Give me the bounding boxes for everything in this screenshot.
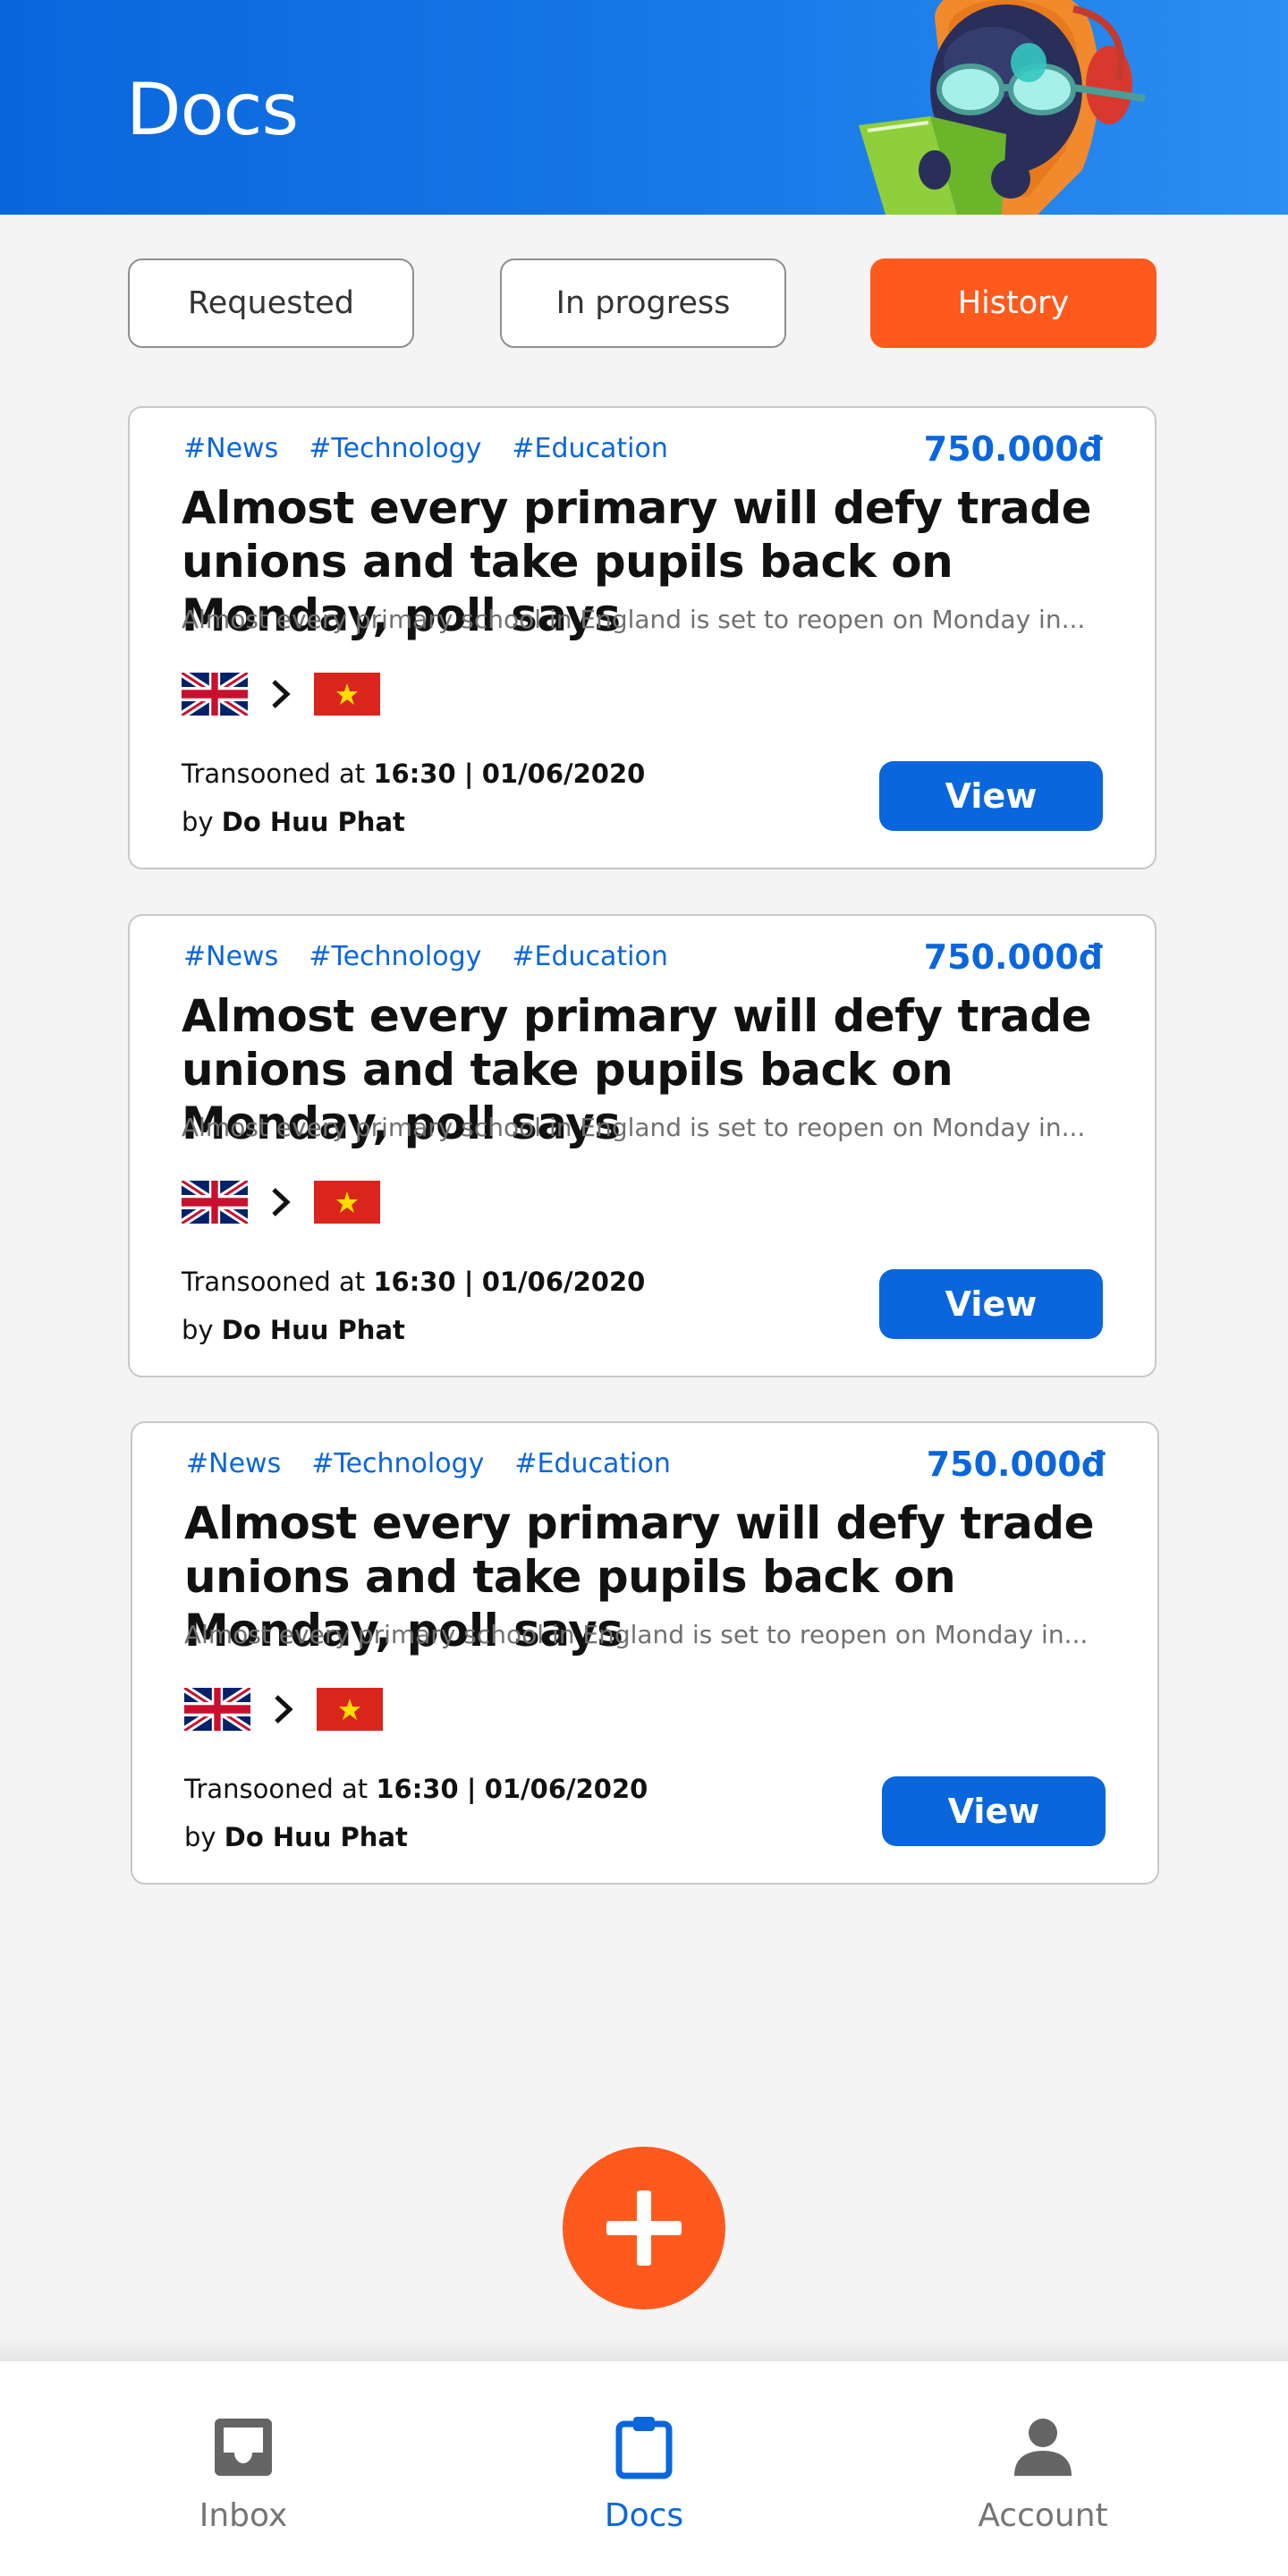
- tag[interactable]: #News: [183, 941, 278, 972]
- nav-label-account: Account: [978, 2497, 1108, 2534]
- doc-summary: Almost every primary school in England i…: [182, 1113, 1086, 1142]
- tag[interactable]: #Education: [514, 1448, 671, 1479]
- nav-item-inbox[interactable]: Inbox: [136, 2415, 351, 2534]
- chevron-right-icon: [248, 1181, 314, 1224]
- bottom-nav-shadow: [0, 2334, 1288, 2361]
- inbox-icon: [215, 2419, 272, 2476]
- app-header: Docs: [0, 0, 1288, 215]
- nav-label-docs: Docs: [604, 2497, 684, 2534]
- person-icon: [1014, 2419, 1072, 2476]
- translated-timestamp: Transooned at 16:30 | 01/06/2020: [182, 758, 646, 789]
- uk-flag-icon: [184, 1688, 250, 1731]
- chevron-right-icon: [250, 1688, 317, 1731]
- translator-byline: by Do Huu Phat: [182, 807, 405, 837]
- vietnam-flag-icon: [314, 673, 380, 716]
- bottom-navigation: Inbox Docs Account: [0, 2361, 1288, 2576]
- mascot-illustration: [859, 0, 1146, 215]
- translated-timestamp: Transooned at 16:30 | 01/06/2020: [182, 1267, 646, 1297]
- tag[interactable]: #News: [186, 1448, 281, 1479]
- view-button[interactable]: View: [879, 1269, 1103, 1339]
- clipboard-icon: [615, 2417, 673, 2479]
- tag-list: #News #Technology #Education: [183, 433, 668, 464]
- doc-card[interactable]: #News #Technology #Education 750.000đ Al…: [131, 1421, 1159, 1885]
- vietnam-flag-icon: [314, 1181, 380, 1224]
- chevron-right-icon: [248, 673, 314, 716]
- page-title: Docs: [126, 68, 299, 151]
- translator-byline: by Do Huu Phat: [182, 1315, 405, 1345]
- view-button[interactable]: View: [879, 761, 1103, 831]
- nav-item-account[interactable]: Account: [936, 2415, 1150, 2534]
- uk-flag-icon: [182, 673, 248, 716]
- tab-history[interactable]: History: [870, 258, 1157, 348]
- tag-list: #News #Technology #Education: [183, 941, 668, 972]
- language-pair: [182, 1181, 380, 1224]
- view-button[interactable]: View: [882, 1776, 1106, 1846]
- tag[interactable]: #Technology: [309, 941, 481, 972]
- tag-list: #News #Technology #Education: [186, 1448, 671, 1479]
- price: 750.000đ: [923, 429, 1103, 469]
- uk-flag-icon: [182, 1181, 248, 1224]
- add-document-button[interactable]: [563, 2147, 725, 2309]
- tab-requested[interactable]: Requested: [128, 258, 414, 348]
- tag[interactable]: #Technology: [311, 1448, 484, 1479]
- language-pair: [184, 1688, 383, 1731]
- tag[interactable]: #News: [183, 433, 278, 464]
- doc-summary: Almost every primary school in England i…: [182, 605, 1086, 634]
- nav-item-docs[interactable]: Docs: [537, 2415, 751, 2534]
- translator-byline: by Do Huu Phat: [184, 1822, 408, 1852]
- tab-in-progress[interactable]: In progress: [500, 258, 786, 348]
- tag[interactable]: #Technology: [309, 433, 481, 464]
- plus-icon: [606, 2190, 682, 2266]
- translated-timestamp: Transooned at 16:30 | 01/06/2020: [184, 1774, 648, 1804]
- price: 750.000đ: [923, 937, 1103, 977]
- nav-label-inbox: Inbox: [199, 2497, 288, 2534]
- language-pair: [182, 673, 380, 716]
- doc-card[interactable]: #News #Technology #Education 750.000đ Al…: [128, 406, 1157, 869]
- price: 750.000đ: [926, 1445, 1106, 1484]
- tag[interactable]: #Education: [512, 941, 668, 972]
- doc-card[interactable]: #News #Technology #Education 750.000đ Al…: [128, 914, 1157, 1377]
- vietnam-flag-icon: [317, 1688, 383, 1731]
- doc-summary: Almost every primary school in England i…: [184, 1620, 1089, 1649]
- tag[interactable]: #Education: [512, 433, 668, 464]
